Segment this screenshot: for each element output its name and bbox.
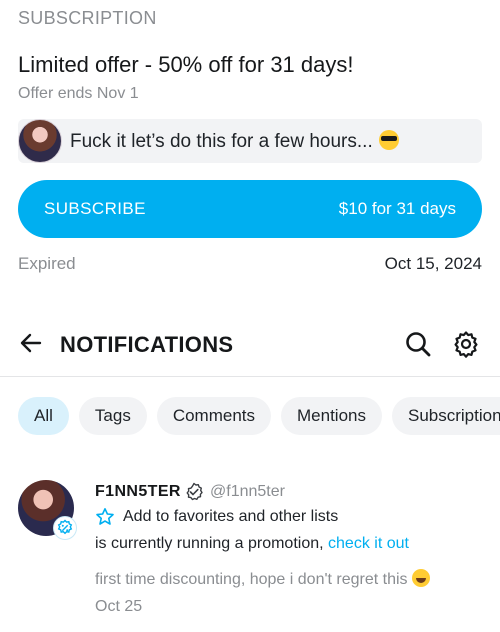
subscription-status: Expired xyxy=(18,254,76,273)
promo-message-text: Fuck it let’s do this for a few hours... xyxy=(70,130,399,153)
promo-message-content: Fuck it let’s do this for a few hours... xyxy=(70,131,373,152)
back-arrow-icon[interactable] xyxy=(18,330,44,356)
notification-quote: first time discounting, hope i don't reg… xyxy=(95,569,430,589)
promo-message-box: Fuck it let’s do this for a few hours... xyxy=(18,119,482,163)
gear-icon[interactable] xyxy=(452,330,480,358)
star-icon[interactable] xyxy=(95,507,115,527)
promotion-badge-icon xyxy=(57,519,73,535)
subscribe-price: $10 for 31 days xyxy=(338,199,456,218)
notification-item[interactable]: F1NN5TER @f1nn5ter Add to favorites and … xyxy=(0,470,500,620)
creator-avatar[interactable] xyxy=(18,119,62,163)
notification-date: Oct 25 xyxy=(95,598,143,615)
check-it-out-link[interactable]: check it out xyxy=(328,535,409,552)
add-to-favorites-link[interactable]: Add to favorites and other lists xyxy=(123,508,338,526)
subscription-section-label: SUBSCRIPTION xyxy=(18,8,157,28)
smiling-face-with-sunglasses-icon xyxy=(378,130,399,150)
search-icon[interactable] xyxy=(404,330,432,358)
notification-body: is currently running a promotion, check … xyxy=(95,535,409,553)
tab-comments[interactable]: Comments xyxy=(156,397,272,435)
notification-body-text: is currently running a promotion, xyxy=(95,535,324,552)
notification-quote-text: first time discounting, hope i don't reg… xyxy=(95,571,408,588)
tab-all[interactable]: All xyxy=(18,397,69,435)
face-with-tears-of-joy-icon xyxy=(411,569,430,587)
notification-filter-tabs: All Tags Comments Mentions Subscriptions xyxy=(18,397,500,437)
tab-mentions[interactable]: Mentions xyxy=(281,397,382,435)
offer-title: Limited offer - 50% off for 31 days! xyxy=(18,52,354,77)
notification-sender-name[interactable]: F1NN5TER xyxy=(95,483,181,501)
subscribe-button-label: SUBSCRIBE xyxy=(44,199,146,218)
tab-subscriptions[interactable]: Subscriptions xyxy=(392,397,500,435)
tab-tags[interactable]: Tags xyxy=(78,397,147,435)
verified-icon xyxy=(186,482,203,501)
notification-sender-handle[interactable]: @f1nn5ter xyxy=(210,483,285,501)
subscribe-button[interactable]: SUBSCRIBE $10 for 31 days xyxy=(18,180,482,238)
promotion-badge xyxy=(53,516,77,540)
offer-ends-text: Offer ends Nov 1 xyxy=(18,85,139,102)
notifications-header: NOTIFICATIONS xyxy=(0,320,500,377)
subscription-status-date: Oct 15, 2024 xyxy=(384,254,482,273)
page-title: NOTIFICATIONS xyxy=(60,332,234,357)
